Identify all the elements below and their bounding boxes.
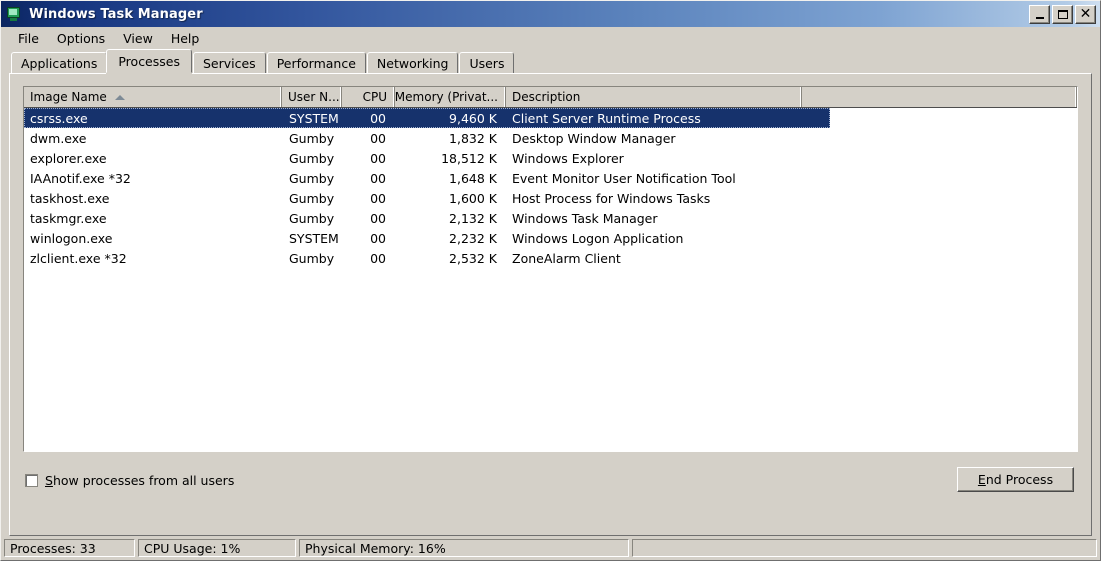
cell-description: Windows Logon Application — [512, 230, 684, 246]
show-all-users-checkbox-row[interactable]: Show processes from all users — [25, 473, 234, 488]
cell-user-name: Gumby — [289, 130, 335, 146]
status-processes: Processes: 33 — [4, 539, 135, 557]
table-row[interactable]: IAAnotif.exe *32 Gumby 00 1,648 K Event Moni… — [24, 168, 1077, 188]
cell-image-name: winlogon.exe — [30, 230, 113, 246]
cell-description: Windows Task Manager — [512, 210, 658, 226]
column-header-filler — [802, 87, 1077, 107]
status-physical-memory: Physical Memory: 16% — [299, 539, 629, 557]
column-header-image-name-label: Image Name — [30, 90, 107, 104]
cell-description: Event Monitor User Notification Tool — [512, 170, 736, 186]
cell-image-name: taskmgr.exe — [30, 210, 107, 226]
cell-image-name: csrss.exe — [30, 110, 88, 126]
processes-footer: Show processes from all users End Proces… — [23, 452, 1078, 506]
tab-users[interactable]: Users — [459, 52, 515, 73]
column-header-description[interactable]: Description — [506, 87, 802, 107]
cell-user-name: Gumby — [289, 190, 335, 206]
end-process-button[interactable]: End Process — [957, 466, 1074, 492]
title-bar[interactable]: Windows Task Manager ✕ — [1, 1, 1100, 27]
cell-description: Client Server Runtime Process — [512, 110, 701, 126]
column-header-image-name[interactable]: Image Name — [24, 87, 282, 107]
cell-cpu: 00 — [370, 170, 386, 186]
cell-user-name: Gumby — [289, 210, 335, 226]
menu-item-view[interactable]: View — [114, 29, 162, 48]
status-resize-grip — [632, 539, 1097, 557]
cell-user-name: Gumby — [289, 250, 335, 266]
processes-tab-page: Image Name User N... CPU Memory (Privat.… — [9, 73, 1092, 536]
minimize-button[interactable] — [1029, 4, 1050, 24]
cell-description: Host Process for Windows Tasks — [512, 190, 711, 206]
table-row[interactable]: csrss.exe SYSTEM 00 9,460 K Client Server Ru… — [24, 108, 1077, 128]
menu-item-options[interactable]: Options — [48, 29, 114, 48]
cell-image-name: IAAnotif.exe *32 — [30, 170, 131, 186]
tab-strip: Applications Processes Services Performa… — [1, 49, 1100, 73]
cell-memory: 9,460 K — [449, 110, 497, 126]
cell-image-name: taskhost.exe — [30, 190, 110, 206]
table-row[interactable]: dwm.exe Gumby 00 1,832 K Desktop Window Mana… — [24, 128, 1077, 148]
cell-image-name: dwm.exe — [30, 130, 87, 146]
show-all-users-label: Show processes from all users — [45, 473, 234, 488]
task-manager-monitor-icon — [6, 7, 22, 21]
show-all-users-checkbox[interactable] — [25, 473, 38, 487]
cell-description: Windows Explorer — [512, 150, 624, 166]
menu-item-help[interactable]: Help — [162, 29, 209, 48]
tab-performance[interactable]: Performance — [266, 52, 366, 73]
table-row[interactable]: zlclient.exe *32 Gumby 00 2,532 K ZoneAlarm … — [24, 248, 1077, 268]
cell-cpu: 00 — [370, 250, 386, 266]
process-list-header: Image Name User N... CPU Memory (Privat.… — [24, 87, 1077, 108]
cell-user-name: Gumby — [289, 170, 335, 186]
cell-memory: 2,532 K — [449, 250, 497, 266]
end-process-rest: nd Process — [985, 471, 1054, 487]
cell-memory: 1,648 K — [449, 170, 497, 186]
column-header-cpu[interactable]: CPU — [342, 87, 395, 107]
end-process-label: End Process — [978, 472, 1053, 487]
tab-services[interactable]: Services — [192, 52, 266, 73]
tab-processes[interactable]: Processes — [106, 49, 192, 73]
table-row[interactable]: explorer.exe Gumby 00 18,512 K Windows Explo… — [24, 148, 1077, 168]
close-button[interactable]: ✕ — [1075, 4, 1096, 24]
menu-bar: File Options View Help — [1, 27, 1100, 49]
tab-applications[interactable]: Applications — [11, 52, 108, 73]
sort-ascending-icon — [114, 95, 125, 100]
table-row[interactable]: taskhost.exe Gumby 00 1,600 K Host Process f… — [24, 188, 1077, 208]
cell-memory: 1,600 K — [449, 190, 497, 206]
table-row[interactable]: taskmgr.exe Gumby 00 2,132 K Windows Task Ma… — [24, 208, 1077, 228]
cell-image-name: explorer.exe — [30, 150, 107, 166]
cell-user-name: SYSTEM — [289, 110, 339, 126]
process-list-body: csrss.exe SYSTEM 00 9,460 K Client Server Ru… — [24, 108, 1077, 451]
maximize-icon — [1057, 9, 1068, 19]
cell-user-name: SYSTEM — [289, 230, 339, 246]
end-process-accel: E — [977, 471, 986, 487]
maximize-button[interactable] — [1052, 4, 1073, 24]
cell-cpu: 00 — [370, 190, 386, 206]
cell-description: Desktop Window Manager — [512, 130, 676, 146]
cell-cpu: 00 — [370, 230, 386, 246]
status-cpu-usage: CPU Usage: 1% — [138, 539, 296, 557]
cell-memory: 1,832 K — [449, 130, 497, 146]
cell-user-name: Gumby — [289, 150, 335, 166]
process-list[interactable]: Image Name User N... CPU Memory (Privat.… — [23, 86, 1078, 452]
tab-networking[interactable]: Networking — [366, 52, 459, 73]
column-header-memory[interactable]: Memory (Privat... — [395, 87, 506, 107]
status-bar: Processes: 33 CPU Usage: 1% Physical Mem… — [1, 536, 1100, 560]
window-controls: ✕ — [1029, 4, 1098, 24]
cell-cpu: 00 — [370, 110, 386, 126]
cell-image-name: zlclient.exe *32 — [30, 250, 127, 266]
window-title: Windows Task Manager — [29, 6, 203, 22]
cell-cpu: 00 — [370, 130, 386, 146]
menu-item-file[interactable]: File — [9, 29, 48, 48]
cell-cpu: 00 — [370, 210, 386, 226]
cell-memory: 18,512 K — [441, 150, 497, 166]
show-all-users-accel: S — [45, 472, 53, 488]
cell-memory: 2,232 K — [449, 230, 497, 246]
cell-memory: 2,132 K — [449, 210, 497, 226]
column-header-user-name[interactable]: User N... — [282, 87, 342, 107]
close-icon: ✕ — [1079, 6, 1092, 22]
cell-description: ZoneAlarm Client — [512, 250, 621, 266]
cell-cpu: 00 — [370, 150, 386, 166]
table-row[interactable]: winlogon.exe SYSTEM 00 2,232 K Windows Logon… — [24, 228, 1077, 248]
minimize-icon — [1035, 16, 1044, 19]
show-all-users-rest: how processes from all users — [52, 472, 235, 488]
task-manager-window: Windows Task Manager ✕ File Options View… — [0, 0, 1101, 561]
